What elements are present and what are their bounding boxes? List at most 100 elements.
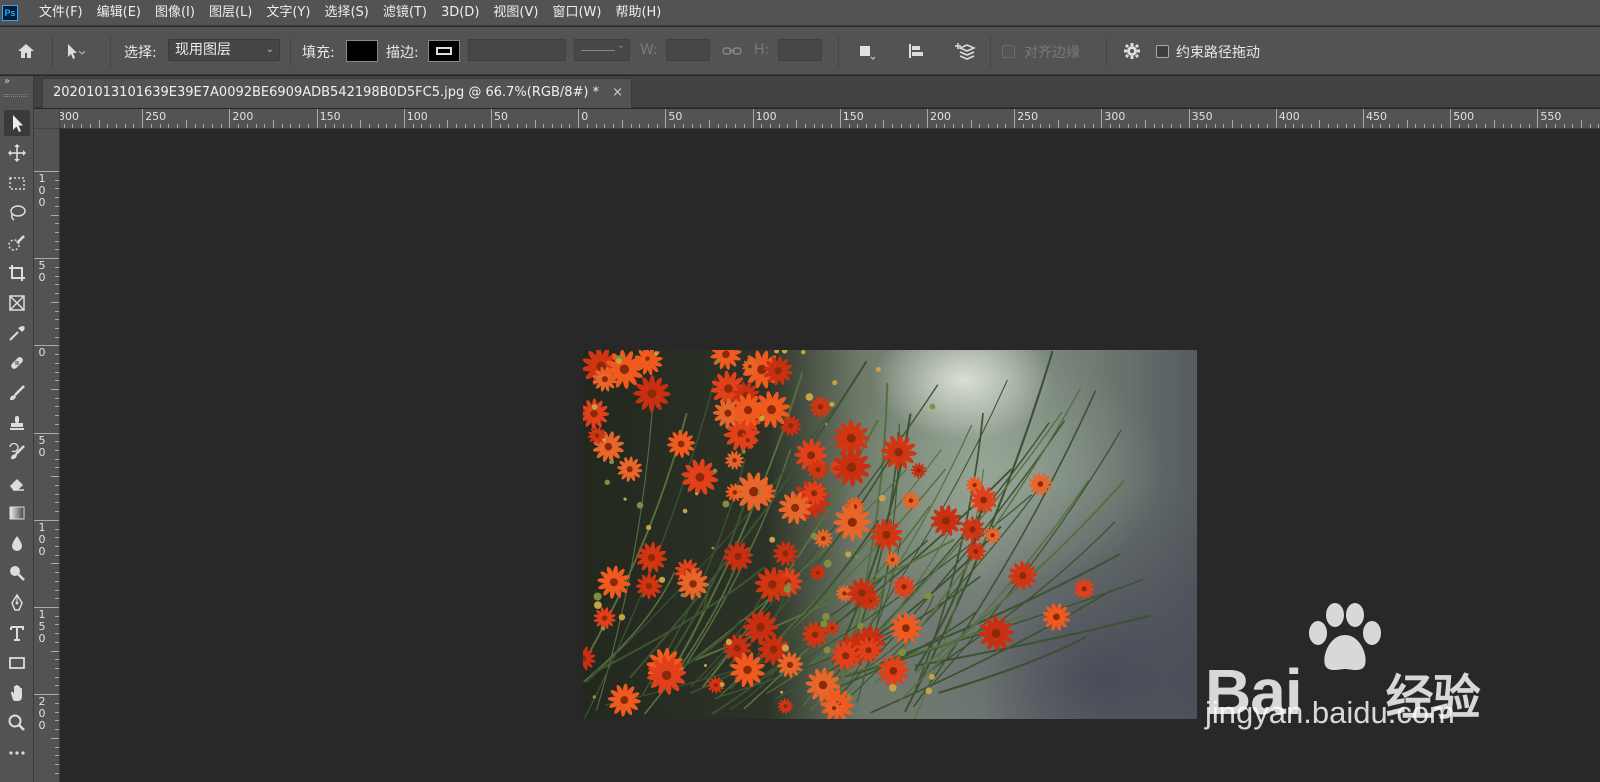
- ruler-label: 200: [232, 110, 254, 123]
- stroke-swatch[interactable]: [428, 40, 460, 62]
- ruler-minor-tick: [822, 124, 824, 128]
- menu-3d[interactable]: 3D(D): [434, 0, 486, 26]
- tool-crop[interactable]: [4, 260, 30, 286]
- constrain-path-checkbox[interactable]: [1156, 45, 1169, 58]
- chevron-down-icon: ⌄: [265, 44, 274, 55]
- ruler-minor-tick: [55, 205, 59, 207]
- select-dropdown[interactable]: 现用图层 ⌄: [168, 39, 280, 61]
- tool-dodge[interactable]: [4, 560, 30, 586]
- ruler-minor-tick: [55, 275, 59, 277]
- toolbar-grip[interactable]: »: [0, 76, 34, 110]
- ruler-origin[interactable]: [34, 109, 60, 129]
- ruler-minor-tick: [1328, 124, 1330, 128]
- home-icon[interactable]: [14, 39, 38, 63]
- tool-pen[interactable]: [4, 590, 30, 616]
- tool-healing-brush[interactable]: [4, 350, 30, 376]
- document-tab[interactable]: 20201013101639E39E7A0092BE6909ADB542198B…: [42, 78, 632, 108]
- divider: [1106, 37, 1107, 67]
- menu-help[interactable]: 帮助(H): [608, 0, 668, 26]
- ruler-minor-tick: [1458, 124, 1460, 128]
- ruler-minor-tick: [1310, 124, 1312, 128]
- ruler-minor-tick: [447, 120, 449, 128]
- tool-hand[interactable]: [4, 680, 30, 706]
- ruler-minor-tick: [55, 319, 59, 321]
- pen-icon: [11, 593, 23, 611]
- ruler-minor-tick: [961, 124, 963, 128]
- ruler-minor-tick: [883, 120, 885, 128]
- gear-icon[interactable]: [1120, 39, 1144, 63]
- divider: [52, 37, 53, 67]
- tool-brush[interactable]: [4, 380, 30, 406]
- tool-lasso[interactable]: [4, 200, 30, 226]
- ruler-label: 300: [1104, 110, 1126, 123]
- tool-quick-selection[interactable]: [4, 230, 30, 256]
- ruler-minor-tick: [552, 124, 554, 128]
- menu-filter[interactable]: 滤镜(T): [376, 0, 434, 26]
- menu-window[interactable]: 窗口(W): [545, 0, 608, 26]
- ruler-minor-tick: [55, 772, 59, 774]
- menu-file[interactable]: 文件(F): [32, 0, 90, 26]
- ruler-minor-tick: [351, 124, 353, 128]
- ruler-minor-tick: [55, 362, 59, 364]
- height-field[interactable]: [778, 39, 822, 61]
- tool-history-brush[interactable]: [4, 440, 30, 466]
- ruler-minor-tick: [55, 537, 59, 539]
- tool-rectangle[interactable]: [4, 650, 30, 676]
- ruler-label: 0: [38, 346, 46, 360]
- ruler-minor-tick: [325, 124, 327, 128]
- tool-path-selection[interactable]: [4, 110, 30, 136]
- ruler-minor-tick: [72, 124, 74, 128]
- ruler-label: 200: [930, 110, 951, 123]
- tool-eraser[interactable]: [4, 470, 30, 496]
- tool-move[interactable]: [4, 140, 30, 166]
- ruler-minor-tick: [185, 120, 187, 128]
- align-edges-checkbox[interactable]: [1002, 45, 1015, 58]
- document-image[interactable]: [583, 350, 1197, 719]
- link-icon[interactable]: [720, 39, 744, 63]
- frame-icon: [9, 295, 25, 311]
- ruler-minor-tick: [168, 124, 170, 128]
- ruler-minor-tick: [55, 633, 59, 635]
- horizontal-ruler[interactable]: 300 250 200 150 100 50 0 50 100 150 200 250 300 350 40…: [60, 109, 1600, 129]
- ruler-minor-tick: [1519, 124, 1521, 128]
- fill-swatch[interactable]: [346, 40, 378, 62]
- tool-preset-picker[interactable]: [62, 39, 86, 63]
- ruler-tick: [1450, 109, 1452, 128]
- ruler-minor-tick: [51, 737, 59, 739]
- path-operations-icon[interactable]: [854, 39, 878, 63]
- menu-type[interactable]: 文字(Y): [259, 0, 317, 26]
- menu-edit[interactable]: 编辑(E): [90, 0, 148, 26]
- divider: [990, 37, 991, 67]
- tool-zoom[interactable]: [4, 710, 30, 736]
- tool-gradient[interactable]: [4, 500, 30, 526]
- ruler-minor-tick: [55, 223, 59, 225]
- ruler-minor-tick: [1336, 124, 1338, 128]
- tool-frame[interactable]: [4, 290, 30, 316]
- ruler-minor-tick: [1572, 124, 1574, 128]
- canvas-area[interactable]: Bai 经验 jingyan.baidu.com: [60, 130, 1600, 782]
- clone-stamp-icon: [10, 416, 24, 430]
- tool-more-tools[interactable]: [4, 740, 30, 766]
- tool-clone-stamp[interactable]: [4, 410, 30, 436]
- vertical-ruler[interactable]: 100 50 0 50 100 150 200: [34, 129, 60, 782]
- path-alignment-icon[interactable]: [904, 39, 928, 63]
- tool-eyedropper[interactable]: [4, 320, 30, 346]
- ruler-minor-tick: [1397, 124, 1399, 128]
- ruler-minor-tick: [1162, 124, 1164, 128]
- path-arrangement-icon[interactable]: [954, 39, 978, 63]
- menu-select[interactable]: 选择(S): [317, 0, 375, 26]
- ruler-minor-tick: [55, 441, 59, 443]
- tool-marquee[interactable]: [4, 170, 30, 196]
- tool-blur[interactable]: [4, 530, 30, 556]
- menu-layer[interactable]: 图层(L): [202, 0, 259, 26]
- close-icon[interactable]: ×: [612, 79, 623, 107]
- menu-image[interactable]: 图像(I): [148, 0, 202, 26]
- ruler-minor-tick: [935, 124, 937, 128]
- stroke-width-field[interactable]: [468, 39, 566, 61]
- tool-type[interactable]: [4, 620, 30, 646]
- menu-view[interactable]: 视图(V): [486, 0, 545, 26]
- width-field[interactable]: [666, 39, 710, 61]
- stroke-type-dropdown[interactable]: ⌄: [574, 39, 630, 61]
- ruler-minor-tick: [1293, 124, 1295, 128]
- ruler-minor-tick: [1049, 124, 1051, 128]
